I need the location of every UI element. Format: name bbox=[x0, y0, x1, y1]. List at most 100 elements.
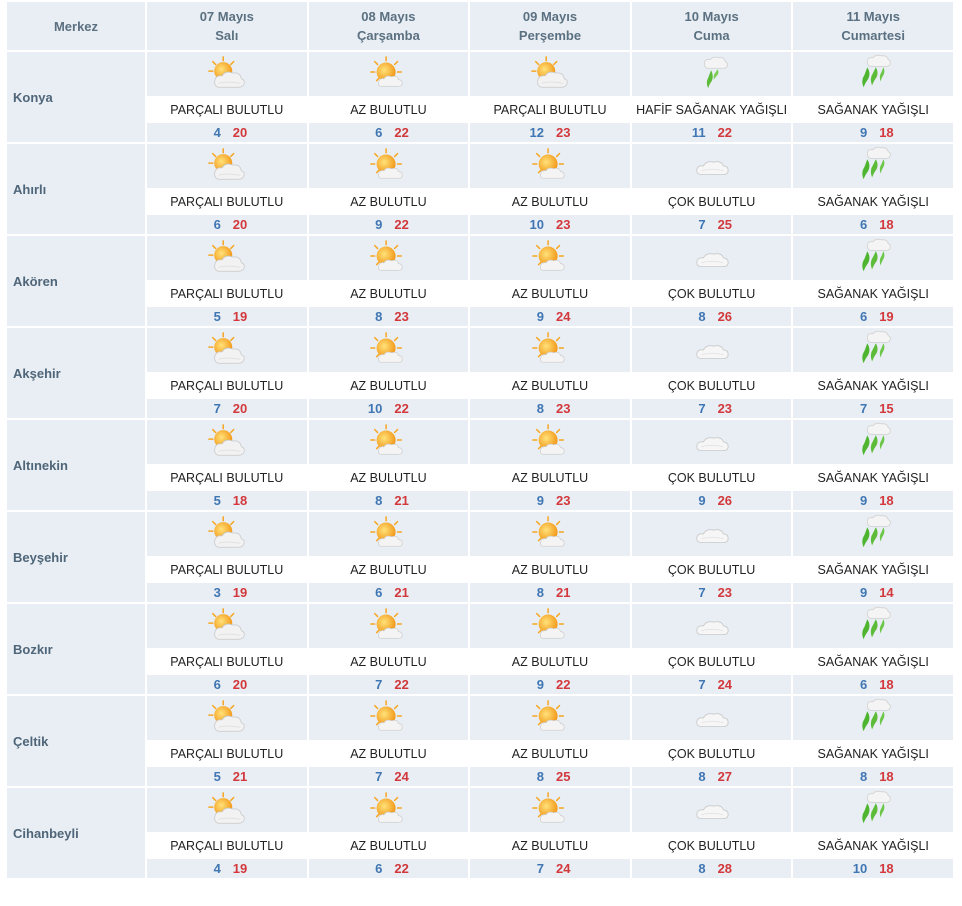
temperature-cell: 7 15 bbox=[793, 399, 953, 418]
partly-cloudy-icon bbox=[207, 606, 247, 646]
condition-text: PARÇALI BULUTLU bbox=[147, 558, 307, 581]
temperature-cell: 4 19 bbox=[147, 859, 307, 878]
forecast-temp-row: 7 20 10 22 8 23 7 23 7 15 bbox=[7, 399, 953, 418]
partly-cloudy-icon bbox=[207, 514, 247, 554]
weather-icon-cell bbox=[631, 236, 792, 280]
condition-text: AZ BULUTLU bbox=[470, 558, 630, 581]
weather-icon-cell bbox=[147, 788, 307, 832]
condition-text: SAĞANAK YAĞIŞLI bbox=[793, 650, 953, 673]
max-temperature: 14 bbox=[879, 585, 894, 600]
forecast-temp-row: 6 20 9 22 10 23 7 25 6 18 bbox=[7, 215, 953, 234]
temperature-cell: 11 22 bbox=[631, 123, 792, 142]
min-temperature: 5 bbox=[213, 493, 221, 508]
max-temperature: 19 bbox=[232, 585, 248, 600]
weather-icon-cell bbox=[308, 144, 469, 188]
weather-icon-cell bbox=[631, 696, 792, 740]
max-temperature: 20 bbox=[232, 125, 248, 140]
forecast-condition-row: PARÇALI BULUTLU AZ BULUTLU AZ BULUTLU ÇOK B… bbox=[7, 558, 953, 581]
max-temperature: 22 bbox=[394, 217, 409, 232]
min-temperature: 6 bbox=[213, 677, 221, 692]
temperature-cell: 8 21 bbox=[470, 583, 630, 602]
max-temperature: 22 bbox=[555, 677, 571, 692]
district-name: Akşehir bbox=[7, 328, 145, 418]
min-temperature: 6 bbox=[375, 585, 383, 600]
shower-icon bbox=[853, 330, 893, 370]
temperature-cell: 7 24 bbox=[470, 859, 630, 878]
day-header: 07 Mayıs Salı bbox=[147, 2, 307, 50]
weather-icon-cell bbox=[308, 52, 469, 96]
condition-text: ÇOK BULUTLU bbox=[631, 374, 792, 397]
max-temperature: 18 bbox=[879, 125, 894, 140]
weather-icon-cell bbox=[308, 604, 469, 648]
max-temperature: 15 bbox=[879, 401, 894, 416]
forecast-icon-row: Altınekin bbox=[7, 420, 953, 510]
temperature-cell: 10 18 bbox=[793, 859, 953, 878]
shower-icon bbox=[853, 790, 893, 830]
weather-icon-cell bbox=[793, 52, 953, 96]
mostly-sunny-icon bbox=[530, 422, 570, 462]
district-name: Bozkır bbox=[7, 604, 145, 694]
max-temperature: 24 bbox=[555, 861, 571, 876]
forecast-icon-row: Konya bbox=[7, 52, 953, 142]
temperature-cell: 7 20 bbox=[147, 399, 307, 418]
temperature-cell: 8 21 bbox=[308, 491, 469, 510]
header-row: Merkez 07 Mayıs Salı 08 Mayıs Çarşamba 09 … bbox=[7, 2, 953, 50]
forecast-icon-row: Akşehir bbox=[7, 328, 953, 418]
partly-cloudy-icon bbox=[207, 698, 247, 738]
temperature-cell: 8 23 bbox=[308, 307, 469, 326]
min-temperature: 8 bbox=[375, 309, 383, 324]
weather-icon-cell bbox=[470, 236, 630, 280]
mostly-sunny-icon bbox=[368, 422, 408, 462]
min-temperature: 7 bbox=[698, 401, 706, 416]
weather-icon-cell bbox=[793, 420, 953, 464]
max-temperature: 21 bbox=[394, 493, 409, 508]
weather-icon-cell bbox=[793, 236, 953, 280]
cloudy-icon bbox=[692, 790, 732, 830]
min-temperature: 6 bbox=[375, 861, 383, 876]
min-temperature: 9 bbox=[536, 493, 544, 508]
temperature-cell: 6 22 bbox=[308, 859, 469, 878]
temperature-cell: 6 22 bbox=[308, 123, 469, 142]
max-temperature: 23 bbox=[555, 493, 571, 508]
temperature-cell: 5 18 bbox=[147, 491, 307, 510]
temperature-cell: 9 18 bbox=[793, 491, 953, 510]
forecast-condition-row: PARÇALI BULUTLU AZ BULUTLU PARÇALI BULUTLU… bbox=[7, 98, 953, 121]
mostly-sunny-icon bbox=[530, 146, 570, 186]
min-temperature: 9 bbox=[375, 217, 383, 232]
min-temperature: 8 bbox=[698, 861, 706, 876]
condition-text: AZ BULUTLU bbox=[308, 742, 469, 765]
min-temperature: 5 bbox=[213, 769, 221, 784]
cloudy-icon bbox=[692, 330, 732, 370]
min-temperature: 6 bbox=[859, 309, 868, 324]
condition-text: ÇOK BULUTLU bbox=[631, 282, 792, 305]
min-temperature: 8 bbox=[536, 769, 544, 784]
temperature-cell: 5 19 bbox=[147, 307, 307, 326]
light-shower-icon bbox=[692, 54, 732, 94]
forecast-icon-row: Beyşehir bbox=[7, 512, 953, 602]
weather-icon-cell bbox=[631, 328, 792, 372]
max-temperature: 19 bbox=[879, 309, 894, 324]
condition-text: SAĞANAK YAĞIŞLI bbox=[793, 98, 953, 121]
temperature-cell: 6 20 bbox=[147, 675, 307, 694]
max-temperature: 28 bbox=[717, 861, 733, 876]
forecast-body: Konya PARÇALI BULUTLU AZ BULUTLU PARÇALI BU… bbox=[7, 52, 953, 878]
max-temperature: 22 bbox=[394, 677, 409, 692]
partly-cloudy-icon bbox=[530, 54, 570, 94]
min-temperature: 9 bbox=[859, 493, 868, 508]
condition-text: PARÇALI BULUTLU bbox=[147, 650, 307, 673]
temperature-cell: 7 25 bbox=[631, 215, 792, 234]
min-temperature: 10 bbox=[529, 217, 544, 232]
district-name: Ahırlı bbox=[7, 144, 145, 234]
weather-icon-cell bbox=[631, 512, 792, 556]
max-temperature: 22 bbox=[394, 125, 409, 140]
condition-text: SAĞANAK YAĞIŞLI bbox=[793, 834, 953, 857]
max-temperature: 27 bbox=[717, 769, 733, 784]
max-temperature: 19 bbox=[232, 309, 248, 324]
merkez-header: Merkez bbox=[7, 2, 145, 50]
condition-text: ÇOK BULUTLU bbox=[631, 466, 792, 489]
weather-icon-cell bbox=[147, 512, 307, 556]
min-temperature: 9 bbox=[536, 309, 544, 324]
condition-text: AZ BULUTLU bbox=[470, 374, 630, 397]
partly-cloudy-icon bbox=[207, 330, 247, 370]
weather-icon-cell bbox=[147, 420, 307, 464]
